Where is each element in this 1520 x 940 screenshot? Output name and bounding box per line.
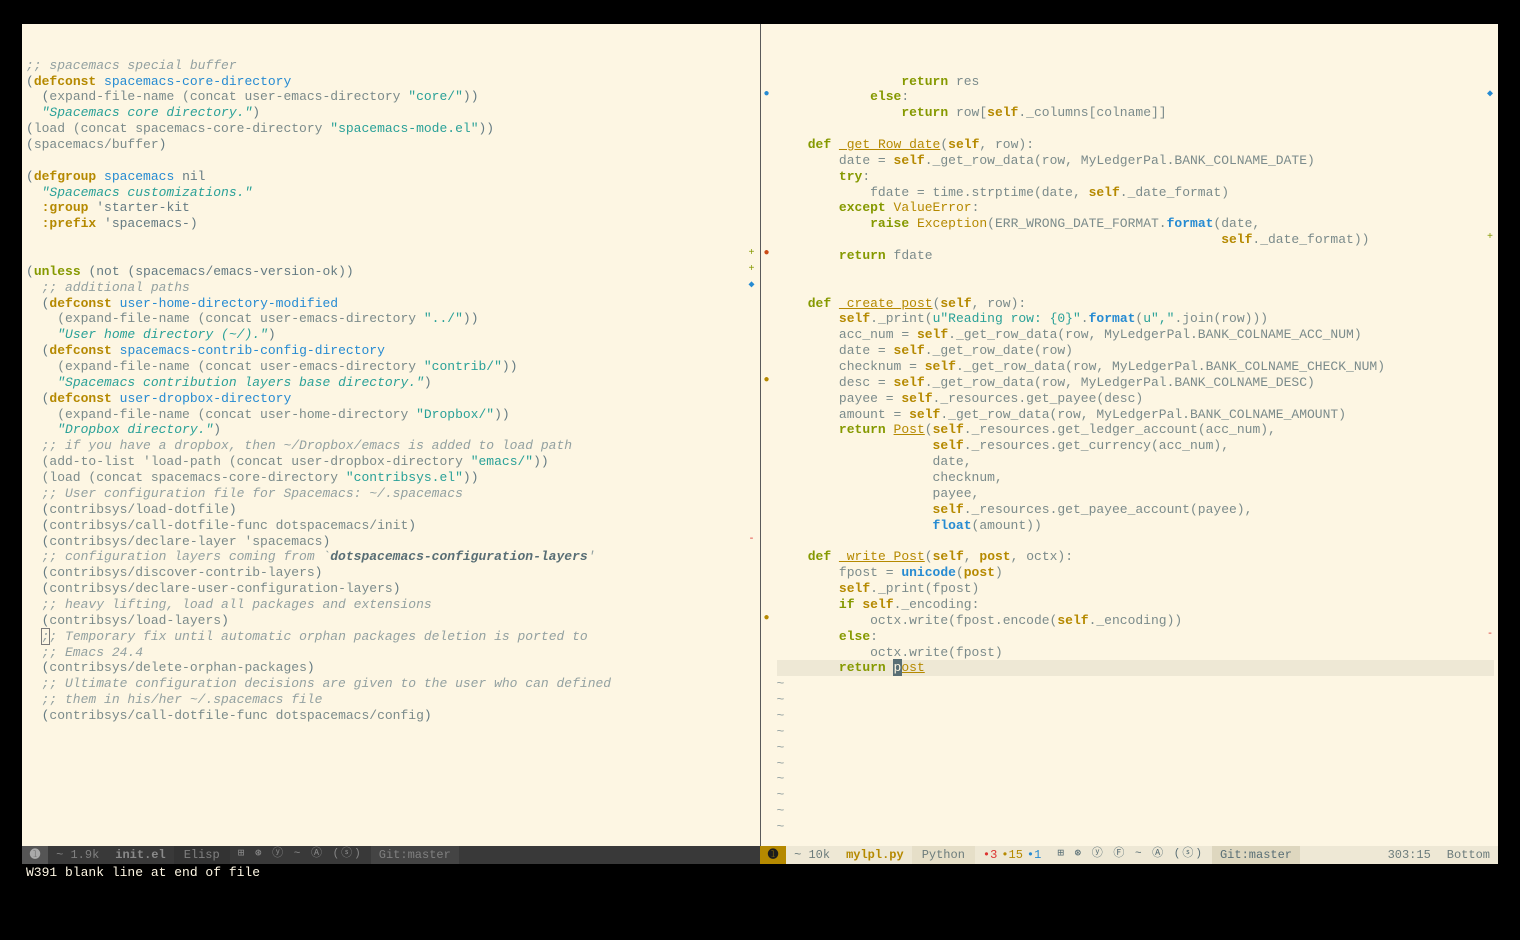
- evil-state-indicator: ➊: [22, 846, 48, 864]
- modelines: ➊ ~ 1.9k init.el Elisp ⊞ ⊛ ⓨ ~ Ⓐ (ⓢ) Git…: [22, 846, 1498, 864]
- right-pane[interactable]: ●●●● return res else: return row[self._c…: [761, 24, 1499, 846]
- right-diff-gutter: ◆+-: [1484, 24, 1498, 846]
- right-code-area[interactable]: return res else: return row[self._column…: [761, 72, 1499, 837]
- right-lint-gutter: ●●●●: [761, 24, 775, 846]
- buffer-name[interactable]: init.el: [107, 846, 173, 864]
- minor-mode-icons[interactable]: ⊞ ⊛ ⓨ Ⓕ ~ Ⓐ (ⓢ): [1049, 846, 1212, 864]
- lint-warn-count: •15: [1001, 848, 1023, 863]
- major-mode[interactable]: Elisp: [174, 846, 230, 864]
- modeline-right[interactable]: ➊ ~ 10k mylpl.py Python •3 •15 •1 ⊞ ⊛ ⓨ …: [760, 846, 1498, 864]
- vcs-branch[interactable]: Git:master: [371, 846, 459, 864]
- modeline-left[interactable]: ➊ ~ 1.9k init.el Elisp ⊞ ⊛ ⓨ ~ Ⓐ (ⓢ) Git…: [22, 846, 760, 864]
- editor-root: ;; spacemacs special buffer(defconst spa…: [0, 0, 1520, 940]
- buffer-size: ~ 10k: [786, 846, 838, 864]
- left-pane[interactable]: ;; spacemacs special buffer(defconst spa…: [22, 24, 761, 846]
- minor-mode-icons[interactable]: ⊞ ⊛ ⓨ ~ Ⓐ (ⓢ): [230, 846, 371, 864]
- major-mode[interactable]: Python: [912, 846, 975, 864]
- split-panes: ;; spacemacs special buffer(defconst spa…: [22, 24, 1498, 846]
- buffer-size: ~ 1.9k: [48, 846, 107, 864]
- lint-summary[interactable]: •3 •15 •1: [975, 846, 1049, 864]
- cursor-position: 303:15: [1380, 846, 1439, 864]
- lint-info-count: •1: [1027, 848, 1041, 863]
- lint-error-count: •3: [983, 848, 997, 863]
- evil-state-indicator: ➊: [760, 846, 786, 864]
- scroll-position: Bottom: [1439, 846, 1498, 864]
- left-code-area[interactable]: ;; spacemacs special buffer(defconst spa…: [22, 56, 760, 726]
- minibuffer[interactable]: W391 blank line at end of file: [22, 864, 1498, 882]
- buffer-name[interactable]: mylpl.py: [838, 846, 912, 864]
- vcs-branch[interactable]: Git:master: [1212, 846, 1300, 864]
- left-diff-gutter: ++◆-: [746, 24, 760, 846]
